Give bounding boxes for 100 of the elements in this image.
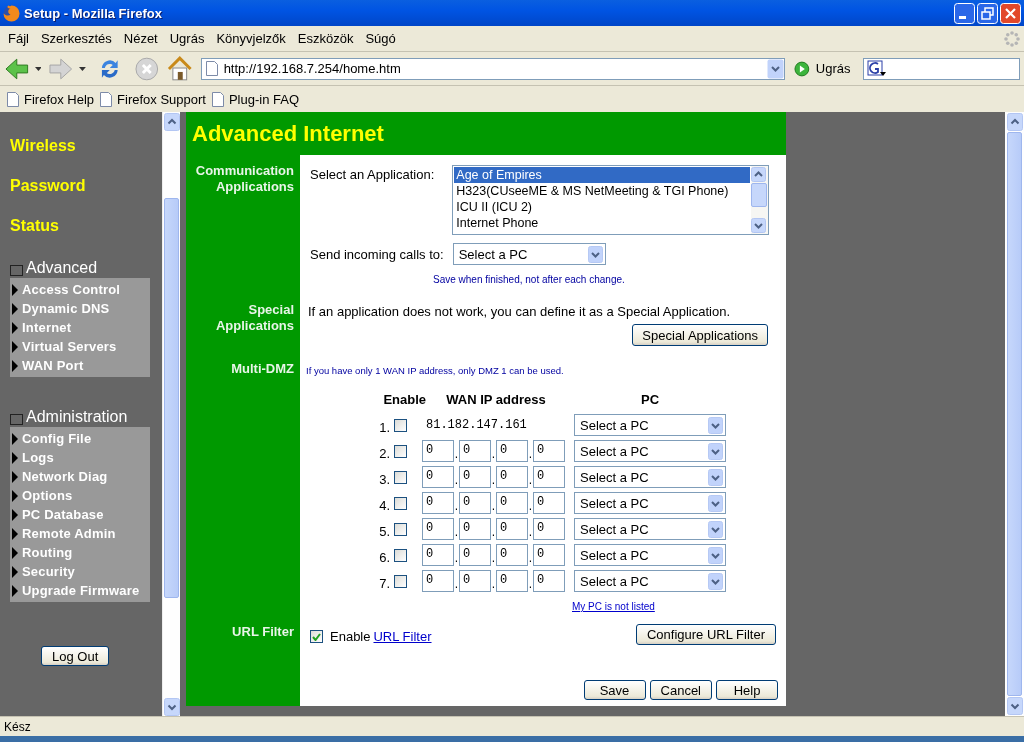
octet-field[interactable]: 0 [533, 544, 565, 566]
checkbox[interactable] [394, 418, 407, 432]
log-out-button[interactable]: Log Out [41, 646, 110, 666]
octet-field[interactable]: 0 [459, 440, 491, 462]
checkbox[interactable] [394, 574, 407, 588]
octet-field[interactable]: 0 [422, 466, 454, 488]
checkbox[interactable] [394, 522, 407, 536]
triangle-icon [12, 321, 18, 334]
sidebar-link[interactable]: Password [10, 177, 86, 195]
checkbox[interactable] [394, 548, 407, 562]
row-number: 4. [378, 496, 390, 513]
configure-url-filter-button[interactable]: Configure URL Filter [636, 624, 776, 645]
octet-field[interactable]: 0 [422, 492, 454, 514]
section-label: Special Applications [215, 302, 294, 334]
form-button[interactable]: Cancel [649, 680, 712, 700]
octet-field[interactable]: 0 [459, 466, 491, 488]
caret-icon [587, 245, 603, 263]
description-text: If an application does not work, you can define it as a Special Application. [308, 304, 731, 319]
pc-select[interactable]: Select a PC [452, 243, 606, 265]
octet-field[interactable]: 0 [496, 466, 528, 488]
address-field[interactable]: http://192.168.7.254/home.htm [200, 57, 786, 80]
triangle-icon [12, 565, 18, 578]
pc-select[interactable]: Select a PC [574, 466, 726, 488]
menu-item[interactable]: Súgó [359, 29, 402, 48]
octet-field[interactable]: 0 [459, 570, 491, 592]
triangle-icon [12, 584, 18, 597]
octet-field[interactable]: 0 [459, 518, 491, 540]
row-number: 5. [378, 522, 390, 539]
menu-item[interactable]: Eszközök [291, 29, 360, 48]
octet-field[interactable]: 0 [422, 570, 454, 592]
pc-select[interactable]: Select a PC [574, 492, 726, 514]
triangle-icon [12, 283, 18, 296]
octet-field[interactable]: 0 [533, 518, 565, 540]
octet-field[interactable]: 0 [496, 544, 528, 566]
triangle-icon [12, 302, 18, 315]
caret-icon [708, 416, 723, 434]
bookmark-link[interactable]: Plug-in FAQ [210, 89, 301, 109]
go-icon [794, 60, 810, 77]
octet-field[interactable]: 0 [496, 492, 528, 514]
square-icon [10, 413, 23, 425]
dot-separator: . [454, 497, 459, 513]
search-field[interactable] [862, 57, 1020, 80]
section-label: Communication Applications [194, 163, 294, 195]
menu-item[interactable]: Szerkesztés [34, 29, 118, 48]
sidebar-link[interactable]: Status [10, 217, 59, 235]
triangle-icon [12, 451, 18, 464]
pc-select[interactable]: Select a PC [574, 518, 726, 540]
list-option[interactable]: H323(CUseeME & MS NetMeeting & TGI Phone) [454, 183, 751, 199]
octet-field[interactable]: 0 [496, 518, 528, 540]
checkbox[interactable] [394, 470, 407, 484]
scroll-thumb[interactable] [1007, 132, 1022, 696]
octet-field[interactable]: 0 [496, 570, 528, 592]
scroll-thumb[interactable] [164, 198, 179, 598]
octet-field[interactable]: 0 [496, 440, 528, 462]
application-list[interactable]: Age of Empires H323(CUseeME & MS NetMeeting & TGI Phone) ICU II (ICU 2) Internet Phone [452, 165, 770, 235]
form-button[interactable]: Help [716, 680, 778, 700]
stop-icon [133, 55, 160, 82]
octet-field[interactable]: 0 [533, 492, 565, 514]
list-option[interactable]: Age of Empires [454, 167, 751, 183]
bookmark-link[interactable]: Firefox Help [6, 89, 96, 109]
pc-select[interactable]: Select a PC [574, 570, 726, 592]
menu-item[interactable]: Fájl [2, 29, 35, 48]
menu-item[interactable]: Könyvjelzők [210, 29, 292, 48]
pc-select[interactable]: Select a PC [574, 440, 726, 462]
dropdown-arrow-icon [79, 66, 86, 71]
dot-separator: . [491, 497, 496, 513]
list-option[interactable]: Internet Phone [454, 215, 751, 231]
octet-field[interactable]: 0 [533, 466, 565, 488]
octet-field[interactable]: 0 [533, 570, 565, 592]
sidebar-link[interactable]: Wireless [10, 137, 76, 155]
octet-field[interactable]: 0 [422, 544, 454, 566]
triangle-icon [12, 508, 18, 521]
special-applications-button[interactable]: Special Applications [632, 324, 768, 346]
octet-field[interactable]: 0 [533, 440, 565, 462]
dot-separator: . [528, 445, 533, 461]
checkbox[interactable] [310, 630, 323, 643]
dropdown-arrow-icon [34, 66, 42, 71]
hint-text: Save when finished, not after each change. [433, 274, 625, 285]
menu-item[interactable]: Ugrás [163, 29, 211, 48]
pc-select[interactable]: Select a PC [574, 544, 726, 566]
list-option[interactable]: ICU II (ICU 2) [454, 199, 751, 215]
dot-separator: . [491, 523, 496, 539]
octet-field[interactable]: 0 [459, 492, 491, 514]
octet-field[interactable]: 0 [422, 518, 454, 540]
field-label: Send incoming calls to: [310, 246, 444, 262]
checkbox[interactable] [394, 496, 407, 510]
dot-separator: . [491, 471, 496, 487]
octet-field[interactable]: 0 [422, 440, 454, 462]
triangle-icon [12, 527, 18, 540]
bookmark-link[interactable]: Firefox Support [99, 89, 207, 109]
url-filter-link[interactable]: URL Filter [373, 629, 432, 644]
menu-item[interactable]: Nézet [117, 29, 164, 48]
go-button[interactable]: Ugrás [814, 59, 852, 78]
form-button[interactable]: Save [583, 680, 646, 700]
octet-field[interactable]: 0 [459, 544, 491, 566]
scroll-thumb[interactable] [751, 183, 768, 207]
checkbox[interactable] [394, 444, 407, 458]
not-listed-link[interactable]: My PC is not listed [572, 601, 655, 612]
pc-select[interactable]: Select a PC [574, 414, 726, 436]
row-number: 3. [378, 470, 390, 487]
